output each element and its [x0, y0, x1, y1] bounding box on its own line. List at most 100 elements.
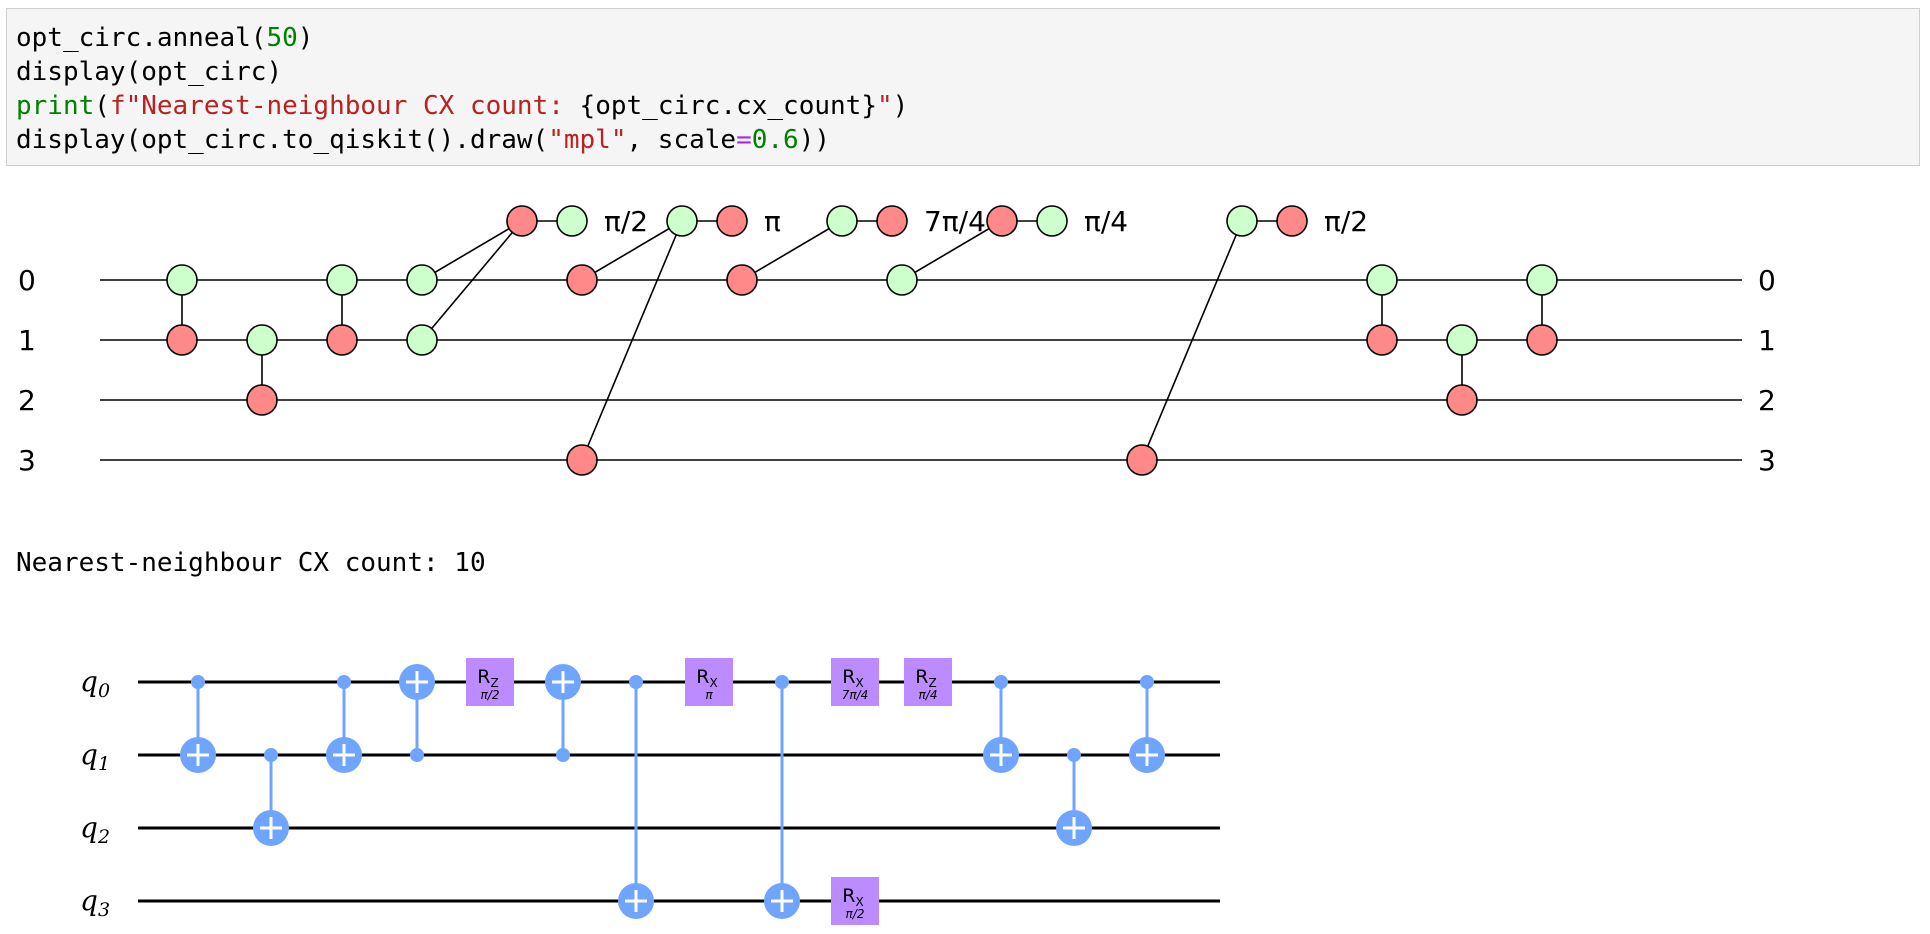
x-spider — [406, 324, 438, 356]
code-token: )) — [798, 125, 831, 155]
x-spider — [1526, 264, 1558, 296]
zx-wire-label-left: 0 — [18, 264, 36, 297]
cx-gate — [399, 664, 435, 762]
x-spider — [826, 205, 858, 237]
qubit-label: q0 — [80, 665, 110, 702]
code-cell-input[interactable]: opt_circ.anneal(50) display(opt_circ) prin… — [6, 8, 1920, 166]
z-spider — [1276, 205, 1308, 237]
cx-gate — [1129, 675, 1165, 773]
x-spider — [1366, 264, 1398, 296]
zx-gadget-leg — [741, 220, 843, 281]
code-line: print(f"Nearest-neighbour CX count: {opt… — [16, 89, 908, 123]
code-token: opt_circ.cx_count — [595, 91, 862, 121]
code-token: opt_circ.anneal( — [16, 23, 267, 53]
rotation-gate-param: 7π/4 — [842, 688, 869, 702]
cx-control-dot — [337, 675, 351, 689]
zx-phase-label: π/2 — [604, 205, 648, 238]
zx-gadget-leg — [421, 220, 523, 281]
code-token: ) — [892, 91, 909, 121]
cx-control-dot — [191, 675, 205, 689]
x-spider — [246, 324, 278, 356]
code-token: ) — [297, 23, 314, 53]
code-token: f"Nearest-neighbour CX count: — [109, 91, 580, 121]
qubit-label-sub: 2 — [97, 826, 110, 848]
cx-control-dot — [629, 675, 643, 689]
qubit-label-sub: 3 — [98, 899, 110, 921]
x-spider — [166, 264, 198, 296]
cx-control-dot — [775, 675, 789, 689]
zx-wire-label-right: 2 — [1758, 384, 1776, 417]
zx-phase-label: π/4 — [1084, 205, 1128, 238]
cx-gate — [764, 675, 800, 919]
cx-control-dot — [1067, 748, 1081, 762]
code-token: " — [876, 91, 893, 121]
cx-control-dot — [1140, 675, 1154, 689]
rotation-gate-letter: R — [915, 666, 928, 688]
rotation-gate: RXπ — [685, 658, 733, 706]
x-spider — [1226, 205, 1258, 237]
code-token: ( — [94, 91, 110, 121]
z-spider — [1526, 324, 1558, 356]
cx-gate — [180, 675, 216, 773]
x-spider — [1446, 324, 1478, 356]
qubit-label-sub: 1 — [98, 753, 110, 775]
z-spider — [246, 384, 278, 416]
qubit-label-base: q — [80, 738, 98, 771]
rotation-gate-letter: R — [477, 666, 490, 688]
rotation-gate-param: π/2 — [846, 907, 865, 921]
z-spider — [986, 205, 1018, 237]
cx-control-dot — [264, 748, 278, 762]
zx-phase-label: π/2 — [1324, 205, 1368, 238]
rotation-gate: RXπ/2 — [831, 877, 879, 925]
z-spider — [716, 205, 748, 237]
z-spider — [566, 264, 598, 296]
code-token: 0.6 — [751, 125, 799, 155]
x-spider — [886, 264, 918, 296]
zx-wire-label-right: 1 — [1758, 324, 1776, 357]
rotation-gate-param: π — [705, 688, 713, 702]
cx-gate — [618, 675, 654, 919]
z-spider — [506, 205, 538, 237]
x-spider — [406, 264, 438, 296]
cx-gate — [326, 675, 362, 773]
zx-wire-label-left: 2 — [18, 384, 36, 417]
rotation-gate: RX7π/4 — [831, 658, 879, 706]
cx-gate — [545, 664, 581, 762]
qubit-label-sub: 0 — [98, 680, 110, 702]
code-token: { — [579, 91, 596, 121]
cx-control-dot — [556, 748, 570, 762]
z-spider — [1126, 444, 1158, 476]
rotation-gate-letter: R — [842, 885, 855, 907]
zx-diagram: 0 1 2 3 0 1 2 3 π/2 π 7π/4 π/4 π/2 — [18, 205, 1776, 477]
code-token: 50 — [266, 23, 298, 53]
zx-phase-label: π — [764, 205, 781, 238]
qubit-label-base: q — [80, 665, 98, 698]
x-spider — [326, 264, 358, 296]
x-spider — [556, 205, 588, 237]
z-spider — [1366, 324, 1398, 356]
x-spider — [666, 205, 698, 237]
qubit-label-base: q — [80, 884, 98, 917]
x-spider — [1036, 205, 1068, 237]
rotation-gate: RZπ/2 — [466, 658, 514, 706]
qubit-label: q1 — [80, 738, 110, 775]
code-token: display(opt_circ) — [16, 57, 283, 87]
rotation-gate-param: π/2 — [481, 688, 500, 702]
qubit-label-base: q — [80, 811, 98, 844]
cx-control-dot — [410, 748, 424, 762]
qubit-label: q2 — [80, 811, 110, 848]
qubit-label: q3 — [80, 884, 110, 921]
code-token: , scale — [626, 125, 737, 155]
rotation-gate-letter: R — [696, 666, 709, 688]
cx-count-output: Nearest-neighbour CX count: 10 — [16, 548, 486, 578]
zx-wire-label-left: 3 — [18, 444, 36, 477]
zx-wire-label-right: 3 — [1758, 444, 1776, 477]
rotation-gate: RZπ/4 — [904, 658, 952, 706]
z-spider — [726, 264, 758, 296]
qiskit-circuit-diagram: q0q1q2q3RZπ/2RXπRX7π/4RXπ/2RZπ/4 — [80, 658, 1220, 925]
z-spider — [566, 444, 598, 476]
cx-control-dot — [994, 675, 1008, 689]
code-line: display(opt_circ) — [16, 55, 282, 89]
zx-phase-label: 7π/4 — [924, 205, 986, 238]
code-token: = — [736, 125, 752, 155]
